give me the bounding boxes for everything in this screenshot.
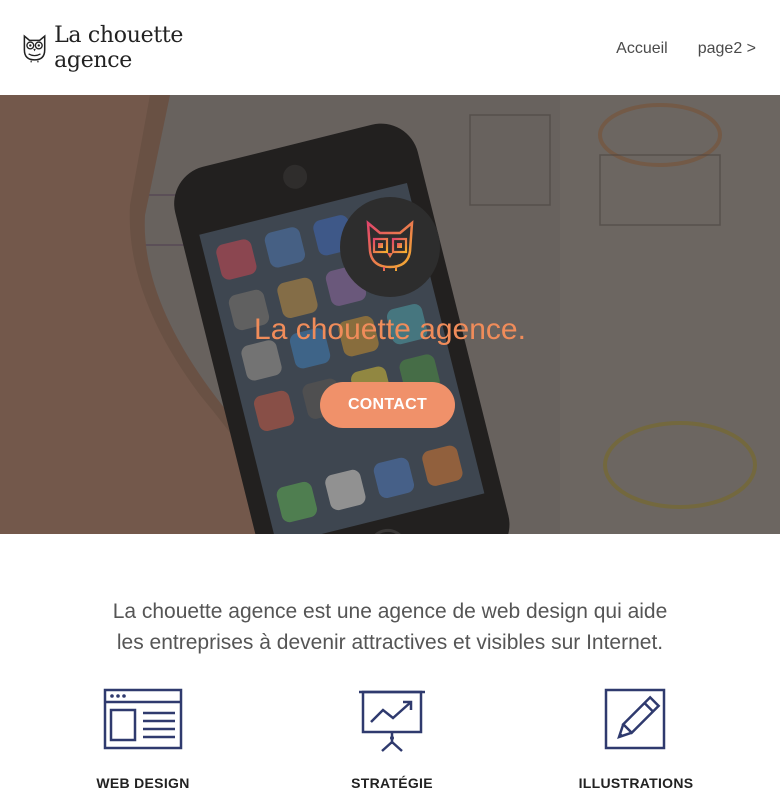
intro-text: La chouette agence est une agence de web… — [0, 596, 780, 658]
site-logo-text: La chouette agence — [54, 22, 184, 73]
nav-link-accueil[interactable]: Accueil — [616, 40, 668, 58]
pencil-icon — [604, 688, 666, 750]
intro-line-1: La chouette agence est une agence de web… — [112, 600, 668, 623]
owl-icon — [23, 34, 46, 62]
service-label: WEB DESIGN — [96, 775, 190, 791]
main-nav: Accueil page2 > — [616, 40, 756, 58]
presentation-chart-icon — [359, 690, 425, 752]
hero-owl-badge — [340, 197, 440, 297]
hero-section: La chouette agence. CONTACT — [0, 95, 780, 534]
service-strategie: STRATÉGIE — [292, 688, 492, 791]
service-label: ILLUSTRATIONS — [578, 775, 694, 791]
owl-icon — [366, 220, 414, 272]
service-illustrations: ILLUSTRATIONS — [536, 688, 736, 791]
site-logo[interactable]: La chouette agence — [5, 21, 235, 74]
nav-link-page2[interactable]: page2 > — [698, 40, 756, 58]
service-label: STRATÉGIE — [351, 775, 433, 791]
browser-window-icon — [103, 688, 183, 750]
hero-title: La chouette agence. — [254, 313, 526, 346]
site-header: La chouette agence Accueil page2 > — [0, 0, 780, 95]
contact-button[interactable]: CONTACT — [320, 382, 455, 428]
service-web-design: WEB DESIGN — [43, 688, 243, 791]
intro-line-2: les entreprises à devenir attractives et… — [116, 631, 664, 654]
